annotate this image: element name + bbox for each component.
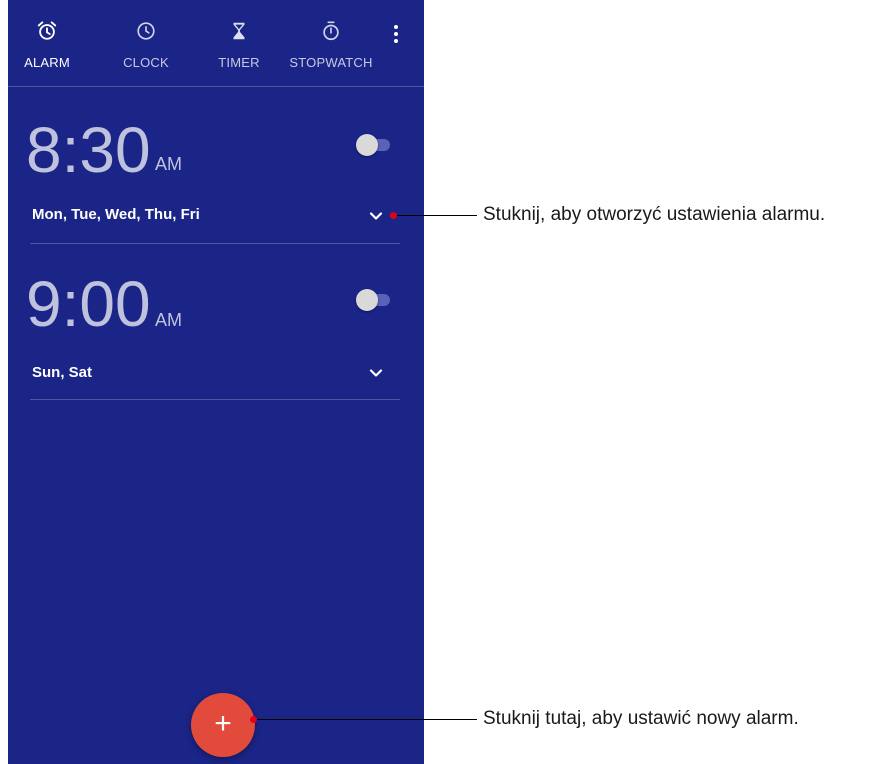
alarm-days: Mon, Tue, Wed, Thu, Fri	[32, 206, 200, 223]
more-options-icon[interactable]	[392, 25, 400, 47]
alarm-time[interactable]: 8:30	[26, 118, 151, 182]
tab-alarm[interactable]: ALARM	[15, 0, 79, 86]
callout-line	[257, 719, 477, 720]
callout-marker	[250, 716, 257, 723]
tab-alarm-label: ALARM	[24, 55, 70, 70]
tab-clock[interactable]: CLOCK	[114, 0, 178, 86]
alarm-app-screen: ALARM CLOCK TIMER STOPWATCH 8:30 AM Mon,…	[8, 0, 424, 764]
callout-line	[397, 215, 477, 216]
chevron-down-icon[interactable]	[368, 365, 384, 381]
alarm-item[interactable]: 9:00 AM Sun, Sat	[8, 272, 424, 398]
alarm-divider	[30, 243, 400, 244]
tab-bar: ALARM CLOCK TIMER STOPWATCH	[8, 0, 424, 87]
tab-clock-label: CLOCK	[123, 55, 169, 70]
alarm-ampm: AM	[155, 310, 182, 330]
tab-stopwatch-label: STOPWATCH	[289, 55, 373, 70]
alarm-clock-icon	[37, 21, 57, 40]
chevron-down-icon[interactable]	[368, 208, 384, 224]
alarm-time[interactable]: 9:00	[26, 272, 151, 336]
clock-icon	[137, 22, 155, 40]
alarm-toggle[interactable]	[356, 134, 392, 156]
alarm-divider	[30, 399, 400, 400]
alarm-ampm: AM	[155, 154, 182, 174]
alarm-item[interactable]: 8:30 AM Mon, Tue, Wed, Thu, Fri	[8, 118, 424, 244]
callout-new-alarm-text: Stuknij tutaj, aby ustawić nowy alarm.	[483, 708, 799, 729]
callout-settings-text: Stuknij, aby otworzyć ustawienia alarmu.	[483, 204, 826, 225]
tab-timer[interactable]: TIMER	[207, 0, 271, 86]
callout-marker	[390, 212, 397, 219]
tab-stopwatch[interactable]: STOPWATCH	[287, 0, 375, 86]
alarm-days: Sun, Sat	[32, 364, 93, 381]
alarm-toggle[interactable]	[356, 289, 392, 311]
hourglass-icon	[233, 22, 245, 40]
tab-timer-label: TIMER	[218, 55, 260, 70]
stopwatch-icon	[323, 21, 339, 41]
add-alarm-button[interactable]: +	[191, 693, 255, 757]
